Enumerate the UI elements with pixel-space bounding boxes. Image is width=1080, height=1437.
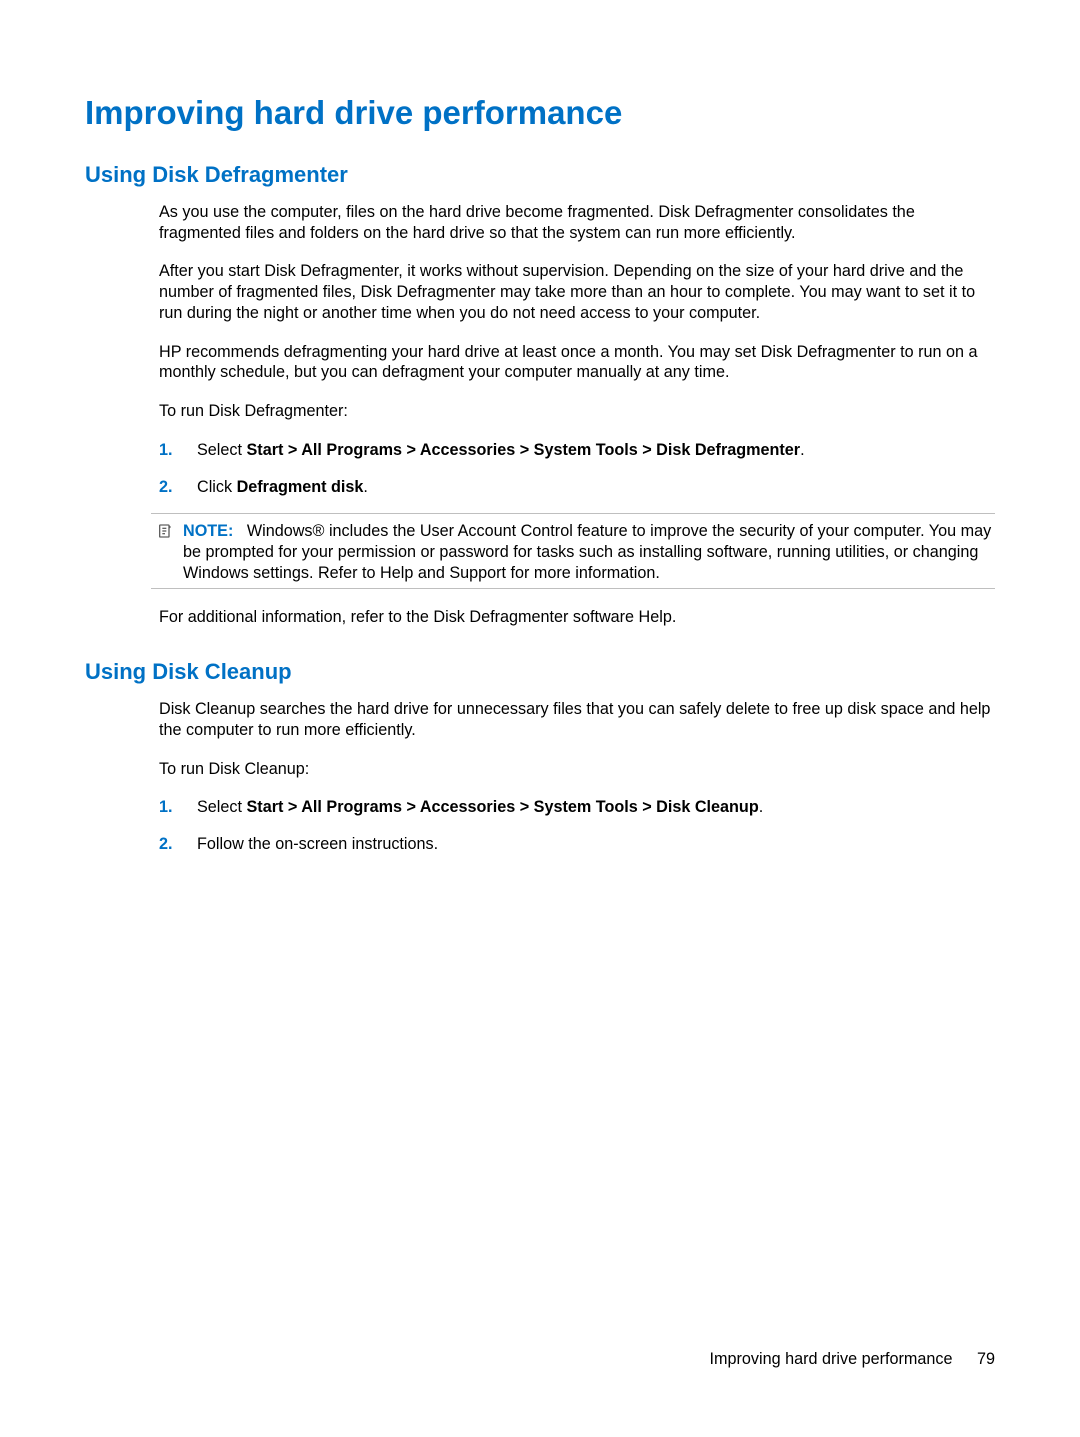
button-label: Defragment disk: [237, 478, 364, 496]
list-item: 2. Follow the on-screen instructions.: [159, 834, 995, 855]
note-text: Windows® includes the User Account Contr…: [183, 522, 991, 581]
list-item: 2. Click Defragment disk.: [159, 477, 995, 498]
paragraph: To run Disk Defragmenter:: [159, 401, 995, 422]
footer-title: Improving hard drive performance: [710, 1350, 953, 1368]
list-number: 2.: [159, 477, 197, 498]
section-body: Disk Cleanup searches the hard drive for…: [159, 699, 995, 855]
paragraph: As you use the computer, files on the ha…: [159, 202, 995, 243]
text: Click: [197, 478, 237, 496]
text: Select: [197, 798, 247, 816]
list-number: 1.: [159, 440, 197, 461]
list-content: Follow the on-screen instructions.: [197, 834, 995, 855]
section-body: As you use the computer, files on the ha…: [159, 202, 995, 627]
menu-path: Start > All Programs > Accessories > Sys…: [247, 798, 759, 816]
page-footer: Improving hard drive performance 79: [710, 1350, 995, 1369]
text: Follow the on-screen instructions.: [197, 835, 438, 853]
paragraph: To run Disk Cleanup:: [159, 759, 995, 780]
list-content: Select Start > All Programs > Accessorie…: [197, 797, 995, 818]
text: .: [759, 798, 764, 816]
section-heading-defragmenter: Using Disk Defragmenter: [85, 162, 995, 188]
page-number: 79: [977, 1350, 995, 1368]
text: .: [363, 478, 368, 496]
paragraph: Disk Cleanup searches the hard drive for…: [159, 699, 995, 740]
list-number: 1.: [159, 797, 197, 818]
list-number: 2.: [159, 834, 197, 855]
list-item: 1. Select Start > All Programs > Accesso…: [159, 440, 995, 461]
text: Select: [197, 441, 247, 459]
text: .: [800, 441, 805, 459]
note-label: NOTE:: [183, 522, 233, 540]
paragraph: HP recommends defragmenting your hard dr…: [159, 342, 995, 383]
menu-path: Start > All Programs > Accessories > Sys…: [247, 441, 801, 459]
paragraph: For additional information, refer to the…: [159, 607, 995, 628]
list-item: 1. Select Start > All Programs > Accesso…: [159, 797, 995, 818]
section-heading-cleanup: Using Disk Cleanup: [85, 659, 995, 685]
note-icon: [151, 521, 179, 539]
paragraph: After you start Disk Defragmenter, it wo…: [159, 261, 995, 323]
list-content: Select Start > All Programs > Accessorie…: [197, 440, 995, 461]
document-page: Improving hard drive performance Using D…: [0, 0, 1080, 931]
list-content: Click Defragment disk.: [197, 477, 995, 498]
page-title: Improving hard drive performance: [85, 94, 995, 132]
note-callout: NOTE: Windows® includes the User Account…: [151, 513, 995, 588]
note-body: NOTE: Windows® includes the User Account…: [179, 521, 995, 583]
